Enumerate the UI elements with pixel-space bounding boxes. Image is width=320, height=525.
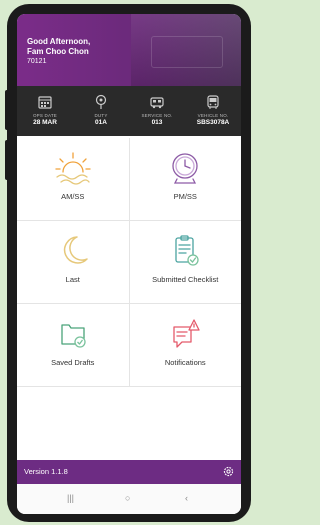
menu-grid: AM/SS PM/SS Last Submitted Checklist Sav… [17,138,241,387]
notification-icon [173,319,200,348]
info-value: 28 MAR [33,119,57,126]
gear-icon[interactable] [222,465,235,483]
info-service-no: SERVICE NO. 013 [129,86,185,136]
info-value: SBS3078A [196,119,230,126]
menu-row: Last Submitted Checklist [17,221,241,304]
version-label: Version 1.1.8 [24,467,68,476]
info-bar: OPS DATE 28 MAR DUTY 01A SERVICE NO. 013… [17,86,241,136]
volume-button [5,90,9,130]
bus-front-icon [205,94,221,110]
info-ops-date: OPS DATE 28 MAR [17,86,73,136]
bus-icon [149,94,165,110]
header-banner: Good Afternoon, Fam Choo Chon 70121 [17,14,241,86]
tile-label: AM/SS [61,192,85,201]
tile-label: Submitted Checklist [152,275,219,284]
user-name: Fam Choo Chon [27,47,89,56]
tile-saved-drafts[interactable]: Saved Drafts [17,304,129,386]
power-button [5,140,9,180]
calendar-icon [37,94,53,110]
info-vehicle-no: VEHICLE NO. SBS3078A [185,86,241,136]
tile-label: PM/SS [173,192,197,201]
info-value: 01A [95,119,107,126]
home-icon[interactable]: ○ [125,493,130,503]
checklist-icon [175,235,199,266]
menu-row: Saved Drafts Notifications [17,304,241,387]
clock-icon [172,153,198,184]
tile-label: Notifications [164,358,206,367]
pin-icon [93,94,109,110]
folder-icon [61,324,86,348]
info-value: 013 [151,119,163,126]
tile-am-ss[interactable]: AM/SS [17,138,129,220]
tile-submitted-checklist[interactable]: Submitted Checklist [128,221,242,303]
info-label: OPS DATE [32,113,58,118]
greeting-text: Good Afternoon, [27,37,91,46]
back-icon[interactable]: ‹ [185,493,188,503]
recent-apps-icon[interactable]: ||| [67,493,74,503]
app-screen: Good Afternoon, Fam Choo Chon 70121 OPS … [17,14,241,514]
greeting: Good Afternoon, Fam Choo Chon 70121 [27,37,90,67]
tile-notifications[interactable]: Notifications [128,304,242,386]
user-id: 70121 [27,58,47,65]
tile-label: Saved Drafts [51,358,95,367]
info-label: VEHICLE NO. [197,113,229,118]
menu-row: AM/SS PM/SS [17,138,241,221]
info-duty: DUTY 01A [73,86,129,136]
system-navbar: ||| ○ ‹ [17,484,241,514]
header-background-detail [151,36,223,68]
info-label: DUTY [94,113,108,118]
sunrise-icon [55,152,91,185]
info-label: SERVICE NO. [141,113,173,118]
tile-label: Last [65,275,80,284]
moon-icon [63,236,88,264]
tile-pm-ss[interactable]: PM/SS [128,138,242,220]
footer-bar: Version 1.1.8 [17,460,241,484]
tile-last[interactable]: Last [17,221,129,303]
